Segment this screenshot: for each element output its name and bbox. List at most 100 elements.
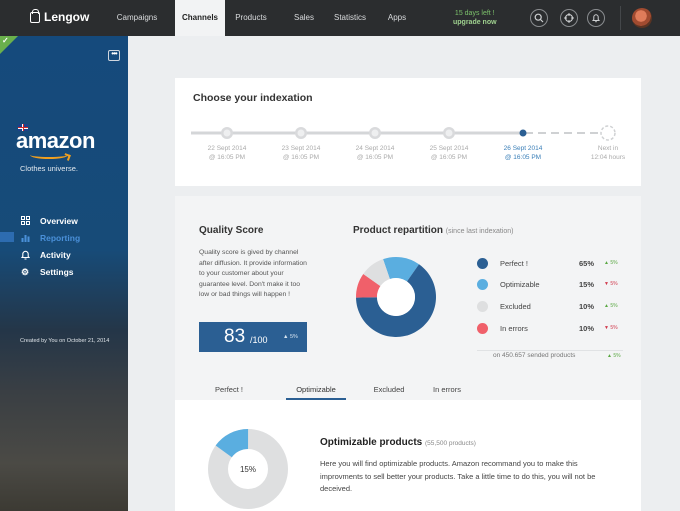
timeline-date-next: Next in 12:04 hours xyxy=(578,144,638,162)
search-icon[interactable] xyxy=(530,9,548,27)
legend-percent: 10% xyxy=(579,324,595,333)
legend-delta: ▲ 5% xyxy=(604,260,618,266)
chart-icon xyxy=(20,233,30,243)
sidebar-item-settings[interactable]: ⚙ Settings xyxy=(0,263,128,280)
nav-products[interactable]: Products xyxy=(226,0,276,36)
sidebar-item-reporting[interactable]: Reporting xyxy=(0,229,128,246)
timeline-date: 22 Sept 2014 @ 16:05 PM xyxy=(197,144,257,162)
target-icon[interactable] xyxy=(560,9,578,27)
step-date: 24 Sept 2014 xyxy=(355,145,395,152)
legend-dot xyxy=(477,301,488,312)
timeline-step-next xyxy=(600,125,616,141)
amazon-smile-logo xyxy=(30,151,68,159)
step-time: @ 16:05 PM xyxy=(356,154,394,161)
channel-tagline: Clothes universe. xyxy=(20,164,78,173)
quality-score-box: 83 /100 ▲ 5% xyxy=(199,322,307,352)
bell-icon xyxy=(20,250,30,260)
logo-text: Lengow xyxy=(44,10,90,24)
step-date: 25 Sept 2014 xyxy=(429,145,469,152)
legend-percent: 15% xyxy=(579,280,595,289)
legend-dot xyxy=(477,323,488,334)
step-date: 26 Sept 2014 xyxy=(503,145,543,152)
timeline-step[interactable] xyxy=(221,127,233,139)
quality-score-title: Quality Score xyxy=(199,225,264,236)
products-total-delta: ▲ 5% xyxy=(607,353,621,359)
legend-dot xyxy=(477,258,488,269)
statistics-panel: Quality Score Quality score is gived by … xyxy=(175,196,641,378)
step-time: @ 16:05 PM xyxy=(208,154,246,161)
legend-delta: ▲ 5% xyxy=(604,303,618,309)
step-time: @ 16:05 PM xyxy=(430,154,468,161)
nav-campaigns[interactable]: Campaigns xyxy=(108,0,166,36)
step-time: @ 16:05 PM xyxy=(504,154,542,161)
trial-notice[interactable]: 15 days left ! upgrade now xyxy=(453,9,497,27)
trial-days-left: 15 days left ! xyxy=(454,10,495,17)
legend-row-optimizable: Optimizable 15% ▼ 5% xyxy=(477,279,623,291)
lengow-logo[interactable]: Lengow xyxy=(30,8,90,24)
sidebar-item-label: Activity xyxy=(40,249,71,260)
timeline-step[interactable] xyxy=(295,127,307,139)
step-time: @ 16:05 PM xyxy=(282,154,320,161)
grid-icon xyxy=(20,215,30,226)
legend-row-perfect: Perfect ! 65% ▲ 5% xyxy=(477,258,623,270)
topbar-divider xyxy=(620,6,621,30)
user-avatar[interactable] xyxy=(632,8,652,28)
active-check-icon: ✓ xyxy=(0,36,18,54)
optimizable-title-text: Optimizable products xyxy=(320,437,423,448)
tab-optimizable[interactable]: Optimizable xyxy=(286,385,346,394)
legend-label: In errors xyxy=(500,324,528,333)
sidebar-item-overview[interactable]: Overview xyxy=(0,212,128,229)
indexation-timeline xyxy=(191,125,616,141)
nav-statistics[interactable]: Statistics xyxy=(330,0,370,36)
sidebar-item-label: Reporting xyxy=(40,232,81,243)
timeline-date: 25 Sept 2014 @ 16:05 PM xyxy=(419,144,479,162)
optimizable-description: Here you will find optimizable products.… xyxy=(320,459,596,493)
status-tabs: Perfect ! Optimizable Excluded In errors xyxy=(175,378,641,400)
tab-in-errors[interactable]: In errors xyxy=(417,385,477,394)
optimizable-donut-chart: 15% xyxy=(208,429,288,509)
timeline-step[interactable] xyxy=(369,127,381,139)
sidebar-menu: Overview Reporting Activity ⚙ Settings xyxy=(0,212,128,280)
bell-icon[interactable] xyxy=(587,9,605,27)
repartition-title: Product repartition (since last indexati… xyxy=(353,225,514,236)
timeline-date: 24 Sept 2014 @ 16:05 PM xyxy=(345,144,405,162)
indexation-panel: Choose your indexation 22 Sept 2014 @ 16:… xyxy=(175,78,641,186)
repartition-subtitle: (since last indexation) xyxy=(445,228,514,235)
quality-score-max: /100 xyxy=(250,335,268,345)
sidebar-item-activity[interactable]: Activity xyxy=(0,246,128,263)
legend-delta: ▼ 5% xyxy=(604,281,618,287)
tab-excluded[interactable]: Excluded xyxy=(359,385,419,394)
timeline-date-current: 26 Sept 2014 @ 16:05 PM xyxy=(493,144,553,162)
nav-apps[interactable]: Apps xyxy=(382,0,412,36)
optimizable-count: (55,500 products) xyxy=(425,440,476,447)
bag-icon xyxy=(30,8,40,23)
optimizable-title: Optimizable products (55,500 products) xyxy=(320,437,476,448)
top-navigation-bar: Lengow Campaigns Channels Products Sales… xyxy=(0,0,680,36)
step-date: Next in xyxy=(597,145,619,152)
timeline-date: 23 Sept 2014 @ 16:05 PM xyxy=(271,144,331,162)
legend-label: Perfect ! xyxy=(500,259,528,268)
quality-score-value: 83 xyxy=(224,326,246,347)
optimizable-panel: 15% Optimizable products (55,500 product… xyxy=(175,400,641,511)
upgrade-link[interactable]: upgrade now xyxy=(453,18,497,27)
step-time: 12:04 hours xyxy=(590,154,626,161)
legend-row-in-errors: In errors 10% ▼ 5% xyxy=(477,323,623,335)
legend-dot xyxy=(477,279,488,290)
timeline-step[interactable] xyxy=(443,127,455,139)
timeline-step-current[interactable] xyxy=(519,129,527,137)
legend-label: Optimizable xyxy=(500,280,540,289)
channel-sidebar: ✓ ••• amazon Clothes universe. Overview … xyxy=(0,36,128,511)
more-options-button[interactable]: ••• xyxy=(108,50,120,61)
repartition-title-text: Product repartition xyxy=(353,225,444,236)
donut-center xyxy=(377,278,415,316)
nav-sales[interactable]: Sales xyxy=(287,0,321,36)
quality-score-description: Quality score is gived by channel after … xyxy=(199,249,307,298)
sidebar-item-label: Settings xyxy=(40,266,74,277)
step-date: 22 Sept 2014 xyxy=(207,145,247,152)
nav-channels[interactable]: Channels xyxy=(175,0,225,36)
gear-icon: ⚙ xyxy=(20,266,30,277)
donut-center-label: 15% xyxy=(240,465,256,474)
legend-label: Excluded xyxy=(500,302,531,311)
quality-score-delta: ▲ 5% xyxy=(283,334,298,340)
tab-perfect[interactable]: Perfect ! xyxy=(199,385,259,394)
